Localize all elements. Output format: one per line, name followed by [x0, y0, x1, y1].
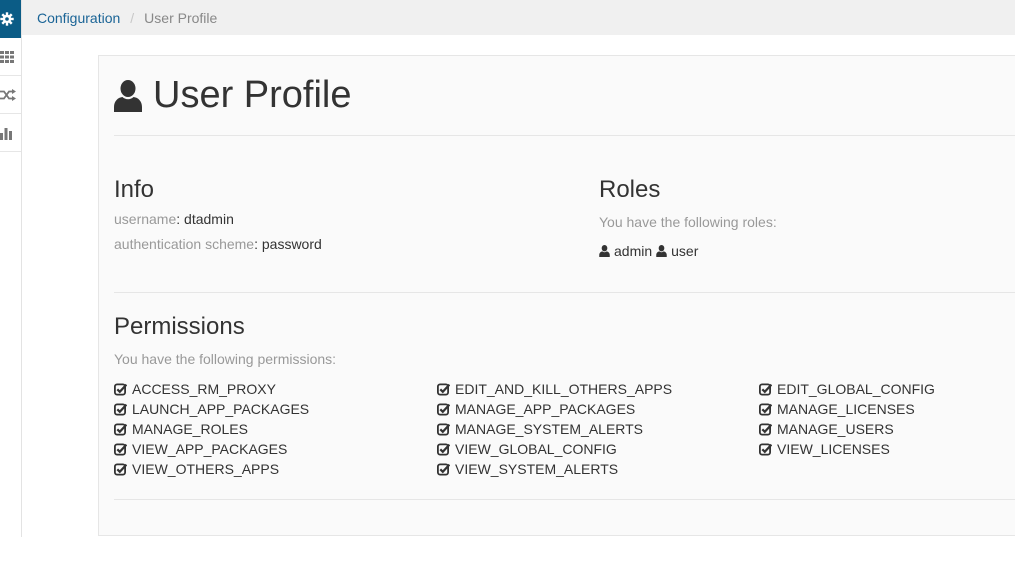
permissions-subtitle: You have the following permissions:	[114, 351, 337, 367]
check-square-icon	[759, 423, 772, 435]
gear-icon	[0, 12, 14, 26]
breadcrumb: Configuration / User Profile	[22, 0, 1015, 35]
user-icon	[599, 245, 610, 257]
permission-item: MANAGE_USERS	[759, 419, 894, 439]
permission-item: EDIT_AND_KILL_OTHERS_APPS	[437, 379, 672, 399]
permission-label: MANAGE_LICENSES	[777, 401, 915, 417]
username-row: username: dtadmin	[114, 211, 234, 227]
user-icon	[656, 245, 667, 257]
check-square-icon	[437, 423, 450, 435]
page-title: User Profile	[114, 74, 352, 117]
check-square-icon	[114, 443, 127, 455]
permission-label: MANAGE_APP_PACKAGES	[455, 401, 636, 417]
bar-chart-icon	[0, 127, 12, 140]
left-sidebar	[0, 0, 22, 537]
permission-label: MANAGE_SYSTEM_ALERTS	[455, 421, 644, 437]
role-item: user	[656, 243, 698, 259]
auth-scheme-label: authentication scheme	[114, 236, 255, 252]
permission-label: VIEW_SYSTEM_ALERTS	[455, 461, 619, 477]
check-square-icon	[114, 403, 127, 415]
sidebar-item-monitor[interactable]	[0, 114, 21, 152]
permission-item: VIEW_OTHERS_APPS	[114, 459, 279, 479]
check-square-icon	[437, 463, 450, 475]
shuffle-icon	[0, 88, 16, 101]
check-square-icon	[437, 443, 450, 455]
grid-icon	[0, 50, 14, 63]
permission-item: MANAGE_LICENSES	[759, 399, 915, 419]
permission-label: EDIT_GLOBAL_CONFIG	[777, 381, 935, 397]
permission-label: VIEW_LICENSES	[777, 441, 890, 457]
breadcrumb-separator: /	[130, 9, 135, 26]
breadcrumb-link-configuration[interactable]: Configuration	[37, 10, 120, 26]
permissions-heading: Permissions	[114, 313, 245, 340]
permission-item: LAUNCH_APP_PACKAGES	[114, 399, 309, 419]
permission-label: VIEW_GLOBAL_CONFIG	[455, 441, 617, 457]
permission-item: ACCESS_RM_PROXY	[114, 379, 276, 399]
role-item: admin	[599, 243, 652, 259]
check-square-icon	[759, 443, 772, 455]
permission-item: VIEW_LICENSES	[759, 439, 890, 459]
breadcrumb-current: User Profile	[144, 9, 218, 26]
sidebar-item-ops[interactable]	[0, 76, 21, 114]
page-title-text: User Profile	[153, 74, 352, 116]
permission-label: VIEW_APP_PACKAGES	[132, 441, 288, 457]
check-square-icon	[437, 403, 450, 415]
permission-item: VIEW_GLOBAL_CONFIG	[437, 439, 617, 459]
check-square-icon	[759, 403, 772, 415]
user-icon	[114, 79, 142, 112]
divider	[114, 499, 1015, 500]
username-label: username	[114, 211, 177, 227]
sidebar-item-configuration[interactable]	[0, 0, 21, 38]
permission-label: ACCESS_RM_PROXY	[132, 381, 276, 397]
check-square-icon	[437, 383, 450, 395]
sidebar-item-apps[interactable]	[0, 38, 21, 76]
roles-subtitle: You have the following roles:	[599, 214, 777, 230]
auth-scheme-row: authentication scheme: password	[114, 236, 322, 252]
auth-scheme-value: password	[261, 236, 322, 252]
username-value: dtadmin	[184, 211, 234, 227]
info-heading: Info	[114, 176, 155, 203]
permission-item: EDIT_GLOBAL_CONFIG	[759, 379, 935, 399]
permission-label: VIEW_OTHERS_APPS	[132, 461, 280, 477]
check-square-icon	[114, 463, 127, 475]
check-square-icon	[114, 423, 127, 435]
permission-label: LAUNCH_APP_PACKAGES	[132, 401, 310, 417]
permission-item: MANAGE_SYSTEM_ALERTS	[437, 419, 643, 439]
permission-label: EDIT_AND_KILL_OTHERS_APPS	[455, 381, 673, 397]
permission-item: VIEW_SYSTEM_ALERTS	[437, 459, 618, 479]
roles-heading: Roles	[599, 176, 661, 203]
permission-item: MANAGE_ROLES	[114, 419, 248, 439]
divider	[114, 135, 1015, 136]
permission-label: MANAGE_USERS	[777, 421, 894, 437]
permission-item: VIEW_APP_PACKAGES	[114, 439, 287, 459]
permission-label: MANAGE_ROLES	[132, 421, 248, 437]
permission-item: MANAGE_APP_PACKAGES	[437, 399, 635, 419]
roles-list: admin user	[599, 243, 702, 259]
role-label: admin	[614, 243, 653, 259]
check-square-icon	[759, 383, 772, 395]
check-square-icon	[114, 383, 127, 395]
role-label: user	[671, 243, 699, 259]
divider	[114, 292, 1015, 293]
user-profile-panel: User Profile Info username: dtadmin auth…	[98, 55, 1015, 536]
